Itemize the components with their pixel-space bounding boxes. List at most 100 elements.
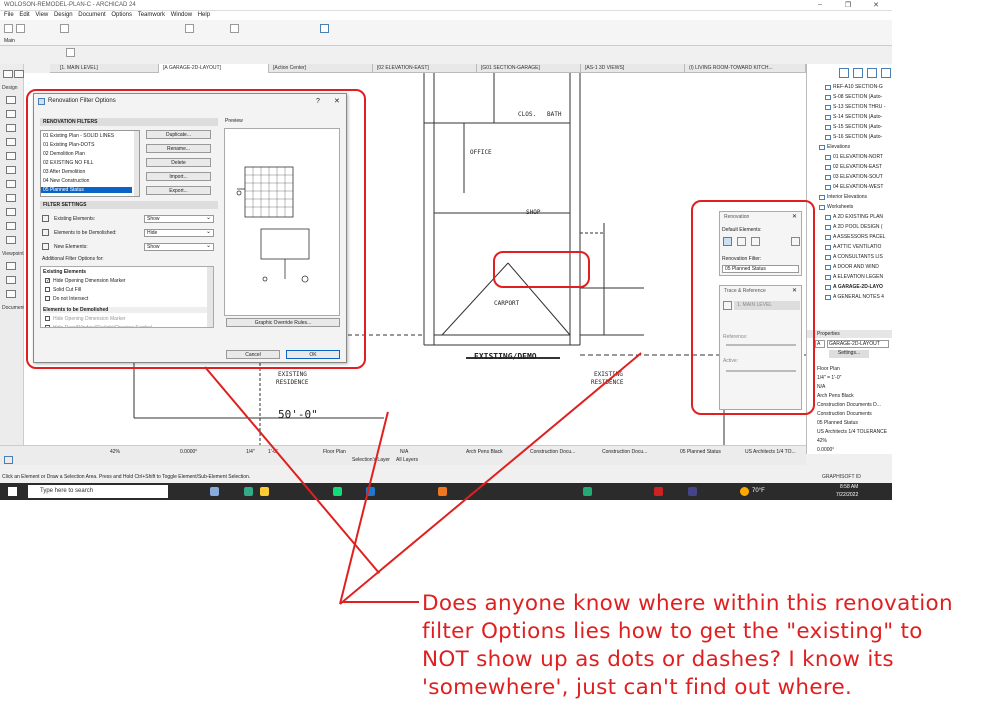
stair-tool-icon[interactable] bbox=[6, 208, 16, 216]
redo-icon[interactable] bbox=[16, 24, 25, 33]
snap-guides-icon[interactable] bbox=[185, 24, 194, 33]
arrow-tool-icon[interactable] bbox=[66, 48, 75, 57]
acrobat-icon[interactable] bbox=[654, 487, 663, 496]
navigator-item[interactable]: Interior Elevations bbox=[827, 194, 867, 200]
navigator-item[interactable]: A GENERAL NOTES 4 bbox=[833, 294, 884, 300]
property-id-field[interactable]: A bbox=[815, 340, 825, 348]
tab-main-level[interactable]: [1. MAIN LEVEL] bbox=[56, 64, 159, 73]
menu-teamwork[interactable]: Teamwork bbox=[138, 11, 165, 20]
tab-elevation-east[interactable]: [02 ELEVATION-EAST] bbox=[373, 64, 477, 73]
menu-help[interactable]: Help bbox=[198, 11, 210, 20]
door-tool-icon[interactable] bbox=[6, 180, 16, 188]
floor-plan-view-icon[interactable] bbox=[320, 24, 329, 33]
archicad-icon[interactable] bbox=[688, 487, 697, 496]
weather-icon[interactable] bbox=[740, 487, 749, 496]
task-view-icon[interactable] bbox=[210, 487, 219, 496]
slab-tool-icon[interactable] bbox=[6, 138, 16, 146]
navigator-item[interactable]: A DOOR AND WIND bbox=[833, 264, 879, 270]
navigator-item[interactable]: S-13 SECTION THRU - bbox=[833, 104, 885, 110]
tab-section-garage[interactable]: [G01 SECTION-GARAGE] bbox=[477, 64, 581, 73]
tab-action-center[interactable]: [Action Center] bbox=[269, 64, 373, 73]
navigator-item[interactable]: S-16 SECTION (Auto- bbox=[833, 134, 882, 140]
column-tool-icon[interactable] bbox=[6, 110, 16, 118]
fusion-icon[interactable] bbox=[438, 487, 447, 496]
taskbar-search-input[interactable]: Type here to search bbox=[28, 485, 168, 498]
select-arrow-icon[interactable] bbox=[60, 24, 69, 33]
menu-design[interactable]: Design bbox=[54, 11, 73, 20]
folder-icon[interactable] bbox=[260, 487, 269, 496]
navigator-item[interactable]: A ASSESSORS PACEL bbox=[833, 234, 885, 240]
menu-document[interactable]: Document bbox=[78, 11, 105, 20]
window-tool-icon[interactable] bbox=[6, 194, 16, 202]
navigator-item[interactable]: A ELEVATION LEGEN bbox=[833, 274, 883, 280]
tab-3d-views[interactable]: [AS-1 3D VIEWS] bbox=[581, 64, 685, 73]
property-name-field[interactable]: GARAGE-2D-LAYOUT bbox=[827, 340, 889, 348]
object-tool-icon[interactable] bbox=[6, 236, 16, 244]
arrow-tool-icon[interactable] bbox=[3, 70, 13, 78]
undo-icon[interactable] bbox=[4, 24, 13, 33]
windows-start-icon[interactable] bbox=[8, 487, 17, 496]
selection-layer-value[interactable]: Selection's Layer bbox=[352, 457, 390, 463]
beam-tool-icon[interactable] bbox=[6, 124, 16, 132]
navigator-item[interactable]: 02 ELEVATION-EAST bbox=[833, 164, 882, 170]
navigator-item[interactable]: A 2D POOL DESIGN ( bbox=[833, 224, 883, 230]
dimension-style-value[interactable]: US Architects 1/4 TO... bbox=[745, 449, 796, 455]
layout-book-icon[interactable] bbox=[867, 68, 877, 78]
navigator-item[interactable]: Elevations bbox=[827, 144, 850, 150]
taskbar-date: 7/22/2022 bbox=[836, 492, 859, 498]
navigator-item[interactable]: Worksheets bbox=[827, 204, 853, 210]
minimize-button[interactable]: – bbox=[810, 1, 830, 8]
navigator-item[interactable]: REF-A10 SECTION-G bbox=[833, 84, 883, 90]
renovation-status-value[interactable]: 05 Planned Status bbox=[680, 449, 721, 455]
tab-living-room[interactable]: (I) LIVING ROOM-TOWARD KITCH... bbox=[685, 64, 806, 73]
menu-file[interactable]: File bbox=[4, 11, 14, 20]
menu-edit[interactable]: Edit bbox=[19, 11, 29, 20]
detail-tool-icon[interactable] bbox=[6, 290, 16, 298]
section-tool-icon[interactable] bbox=[6, 262, 16, 270]
view-type-value[interactable]: Floor Plan bbox=[323, 449, 346, 455]
pen-set-value[interactable]: Arch Pens Black bbox=[466, 449, 503, 455]
menu-options[interactable]: Options bbox=[111, 11, 132, 20]
dimension-standard-value[interactable]: Construction Docu... bbox=[602, 449, 647, 455]
tab-garage-2d-layout[interactable]: [A GARAGE-2D-LAYOUT] bbox=[159, 64, 269, 73]
zoom-value[interactable]: 42% bbox=[110, 449, 120, 455]
excel-icon[interactable] bbox=[333, 487, 342, 496]
publisher-icon[interactable] bbox=[881, 68, 891, 78]
elevation-tool-icon[interactable] bbox=[6, 276, 16, 284]
model-view-value[interactable]: Construction Docu... bbox=[530, 449, 575, 455]
navigator-item[interactable]: 03 ELEVATION-SOUT bbox=[833, 174, 883, 180]
standard-toolbar: Main bbox=[0, 20, 892, 57]
na-value: N/A bbox=[400, 449, 409, 455]
chrome-icon[interactable] bbox=[583, 487, 592, 496]
navigator-item[interactable]: A CONSULTANTS LIS bbox=[833, 254, 883, 260]
view-icon bbox=[825, 85, 831, 90]
menu-window[interactable]: Window bbox=[171, 11, 192, 20]
all-layers-value[interactable]: All Layers bbox=[396, 457, 418, 463]
marquee-tool-icon[interactable] bbox=[14, 70, 24, 78]
edge-icon[interactable] bbox=[244, 487, 253, 496]
navigator-item[interactable]: S-15 SECTION (Auto- bbox=[833, 124, 882, 130]
navigator-item[interactable]: 04 ELEVATION-WEST bbox=[833, 184, 883, 190]
roof-tool-icon[interactable] bbox=[6, 152, 16, 160]
annotation-arrow-4 bbox=[343, 601, 419, 603]
rotation-value[interactable]: 0.0000° bbox=[180, 449, 197, 455]
navigator-item[interactable]: A 2D EXISTING PLAN bbox=[833, 214, 883, 220]
curtain-wall-tool-icon[interactable] bbox=[6, 166, 16, 174]
project-map-icon[interactable] bbox=[839, 68, 849, 78]
existing-demo-label: EXISTING/DEMO bbox=[474, 352, 537, 361]
navigator-settings-button[interactable]: Settings... bbox=[829, 350, 869, 358]
navigator-item[interactable]: A GARAGE-2D-LAYO bbox=[833, 284, 883, 290]
menu-view[interactable]: View bbox=[35, 11, 48, 20]
railing-tool-icon[interactable] bbox=[6, 222, 16, 230]
view-map-icon[interactable] bbox=[853, 68, 863, 78]
navigator-item[interactable]: S-08 SECTION (Auto- bbox=[833, 94, 882, 100]
navigator-item[interactable]: A ATTIC VENTILATIO bbox=[833, 244, 881, 250]
quick-options-icon[interactable] bbox=[4, 456, 13, 464]
maximize-button[interactable]: ❐ bbox=[838, 1, 858, 9]
navigator-item[interactable]: 01 ELEVATION-NORT bbox=[833, 154, 883, 160]
grid-snap-icon[interactable] bbox=[230, 24, 239, 33]
wall-tool-icon[interactable] bbox=[6, 96, 16, 104]
scale-value-a[interactable]: 1/4" bbox=[246, 449, 255, 455]
close-window-button[interactable]: ✕ bbox=[866, 1, 886, 9]
navigator-item[interactable]: S-14 SECTION (Auto- bbox=[833, 114, 882, 120]
